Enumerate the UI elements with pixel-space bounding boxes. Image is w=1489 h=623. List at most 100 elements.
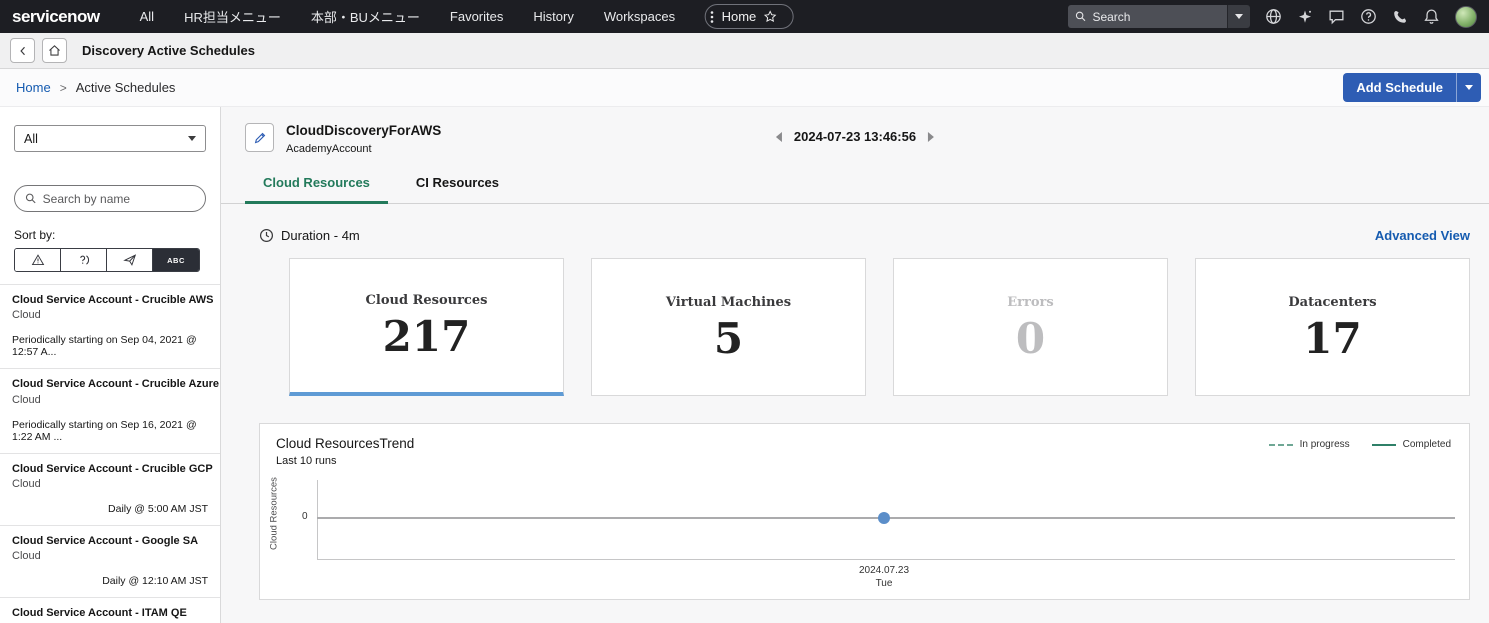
- advanced-view-link[interactable]: Advanced View: [1375, 228, 1470, 243]
- stat-card-virtual-machines[interactable]: Virtual Machines 5: [591, 258, 866, 396]
- stat-card-value: 17: [1303, 313, 1362, 363]
- nav-item-workspaces[interactable]: Workspaces: [604, 9, 675, 24]
- chart-title: Cloud ResourcesTrend: [276, 436, 415, 451]
- back-button[interactable]: [10, 38, 35, 63]
- stat-card-value: 0: [1015, 313, 1046, 363]
- bell-icon[interactable]: [1423, 8, 1440, 25]
- home-button[interactable]: [42, 38, 67, 63]
- legend-label: In progress: [1299, 439, 1350, 450]
- global-search-box: [1068, 5, 1227, 28]
- schedule-title: Cloud Service Account - Crucible AWS: [12, 294, 214, 306]
- x-tick-weekday: Tue: [875, 577, 893, 589]
- avatar[interactable]: [1455, 5, 1477, 28]
- stat-card-errors[interactable]: Errors 0: [893, 258, 1168, 396]
- chart-x-tick: 2024.07.23 Tue: [859, 565, 909, 590]
- search-scope-caret[interactable]: [1227, 5, 1250, 28]
- sidebar-search-input[interactable]: [42, 191, 195, 206]
- filter-selected-value: All: [24, 131, 38, 146]
- tab-cloud-resources[interactable]: Cloud Resources: [245, 163, 388, 204]
- global-search-input[interactable]: [1092, 9, 1220, 24]
- pencil-icon: [254, 132, 265, 143]
- sidebar-search: [14, 185, 206, 212]
- add-schedule-caret[interactable]: [1456, 73, 1481, 102]
- breadcrumb-home-link[interactable]: Home: [16, 80, 51, 95]
- page-title: Discovery Active Schedules: [82, 43, 255, 58]
- chevron-right-icon: [928, 131, 935, 142]
- nav-item-history[interactable]: History: [533, 9, 573, 24]
- star-icon: [763, 10, 776, 23]
- chevron-down-icon: [1235, 14, 1243, 19]
- nav-item-all[interactable]: All: [140, 9, 154, 24]
- question-history-icon: [79, 255, 89, 265]
- globe-icon[interactable]: [1265, 8, 1282, 25]
- search-icon: [1075, 11, 1086, 22]
- chart-legend: In progress Completed: [1268, 439, 1451, 450]
- list-item[interactable]: Cloud Service Account - Crucible Azure C…: [0, 369, 220, 454]
- breadcrumb-separator: >: [59, 80, 67, 95]
- top-nav: servicenow All HR担当メニュー 本部・BUメニュー Favori…: [0, 0, 1489, 33]
- list-item[interactable]: Cloud Service Account - Crucible AWS Clo…: [0, 285, 220, 370]
- stat-card-label: Cloud Resources: [365, 293, 488, 308]
- legend-in-progress[interactable]: In progress: [1268, 439, 1350, 450]
- sort-by-recent-button[interactable]: [61, 249, 107, 271]
- tab-ci-resources[interactable]: CI Resources: [398, 163, 517, 203]
- duration-label: Duration - 4m: [281, 228, 360, 243]
- solid-line-swatch: [1371, 443, 1396, 446]
- chat-icon[interactable]: [1328, 8, 1345, 25]
- clock-icon: [259, 228, 274, 243]
- duration-row: Duration - 4m Advanced View: [259, 228, 1470, 243]
- schedule-title: Cloud Service Account - Crucible GCP: [12, 462, 213, 475]
- sort-by-name-button[interactable]: ABC: [153, 249, 199, 271]
- schedule-type: Cloud: [12, 477, 41, 490]
- home-pill-button[interactable]: Home: [704, 4, 794, 29]
- schedule-title: Cloud Service Account - ITAM QE: [12, 607, 187, 620]
- previous-run-button[interactable]: [775, 131, 782, 142]
- breadcrumb-current: Active Schedules: [75, 80, 176, 95]
- stat-card-label: Virtual Machines: [665, 294, 792, 310]
- page-title-bar: Discovery Active Schedules: [0, 33, 1489, 69]
- chevron-down-icon: [1465, 85, 1473, 90]
- nav-item-hr-menu[interactable]: HR担当メニュー: [184, 7, 281, 26]
- list-item[interactable]: Cloud Service Account - ITAM QE Cloud Da…: [0, 598, 220, 623]
- schedule-list: Cloud Service Account - Crucible AWS Clo…: [0, 284, 220, 623]
- schedules-sidebar: All Sort by:: [0, 107, 221, 623]
- servicenow-logo[interactable]: servicenow: [12, 7, 100, 27]
- ai-sparkle-icon[interactable]: [1297, 9, 1313, 25]
- record-subtitle: AcademyAccount: [286, 143, 372, 155]
- schedule-filter-select[interactable]: All: [14, 125, 206, 152]
- help-icon[interactable]: [1360, 8, 1377, 25]
- stat-card-datacenters[interactable]: Datacenters 17: [1195, 258, 1470, 396]
- chart-subtitle: Last 10 runs: [276, 455, 337, 467]
- chevron-down-icon: [188, 136, 196, 141]
- chart-y-tick: 0: [302, 511, 308, 522]
- duration-indicator: Duration - 4m: [259, 228, 360, 243]
- schedule-recurrence: Periodically starting on Sep 04, 2021 @ …: [12, 334, 197, 359]
- sort-by-launch-button[interactable]: [107, 249, 153, 271]
- resource-tabs: Cloud Resources CI Resources: [221, 163, 1489, 204]
- nav-item-bu-menu[interactable]: 本部・BUメニュー: [311, 7, 420, 26]
- next-run-button[interactable]: [928, 131, 935, 142]
- chart-x-axis: [317, 559, 1455, 560]
- legend-completed[interactable]: Completed: [1371, 439, 1451, 450]
- stat-card-value: 5: [713, 313, 744, 363]
- schedule-type: Cloud: [12, 393, 41, 406]
- sort-by-errors-button[interactable]: [15, 249, 61, 271]
- edit-schedule-button[interactable]: [245, 123, 274, 152]
- chart-data-point[interactable]: [878, 512, 890, 524]
- phone-icon[interactable]: [1392, 9, 1408, 25]
- stat-card-cloud-resources[interactable]: Cloud Resources 217: [289, 258, 564, 396]
- schedule-title: Cloud Service Account - Google SA: [12, 534, 199, 547]
- record-title: CloudDiscoveryForAWS: [286, 123, 442, 138]
- warning-triangle-icon: [31, 254, 44, 266]
- stat-card-label: Datacenters: [1288, 294, 1377, 310]
- chevron-left-icon: [775, 131, 782, 142]
- list-item[interactable]: Cloud Service Account - Google SA Cloud …: [0, 526, 220, 599]
- add-schedule-split-button: Add Schedule: [1343, 73, 1481, 102]
- add-schedule-button[interactable]: Add Schedule: [1343, 73, 1456, 102]
- sidebar-controls: All Sort by:: [0, 107, 220, 272]
- chart-y-axis: [317, 480, 318, 559]
- main-layout: All Sort by:: [0, 107, 1489, 623]
- list-item[interactable]: Cloud Service Account - Crucible GCP Clo…: [0, 454, 220, 526]
- search-icon: [25, 193, 36, 204]
- nav-item-favorites[interactable]: Favorites: [450, 9, 503, 24]
